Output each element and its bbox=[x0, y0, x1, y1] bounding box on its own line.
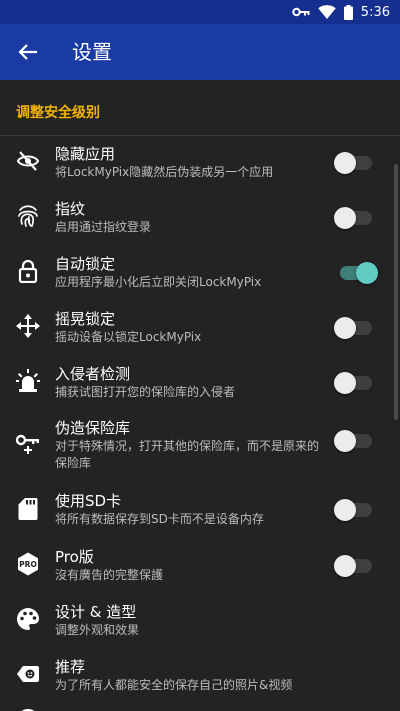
setting-intruder-detection[interactable]: 入侵者检测 捕获试图打开您的保险库的入侵者 bbox=[0, 356, 400, 411]
move-icon bbox=[16, 314, 40, 338]
key-plus-icon bbox=[16, 431, 40, 455]
fingerprint-toggle[interactable] bbox=[334, 206, 374, 230]
page-title: 设置 bbox=[72, 40, 112, 64]
setting-title: Pro版 bbox=[55, 548, 94, 566]
setting-subtitle: 摇动设备以锁定LockMyPix bbox=[55, 330, 202, 344]
setting-subtitle: 调整外观和效果 bbox=[55, 623, 140, 637]
setting-fake-vault[interactable]: 伪造保险库 对于特殊情况，打开其他的保险库，而不是原来的保险库 bbox=[0, 411, 400, 483]
setting-pro[interactable]: PRO Pro版 沒有廣告的完整保護 bbox=[0, 539, 400, 594]
setting-title: 使用SD卡 bbox=[55, 492, 122, 510]
setting-auto-lock[interactable]: 自动锁定 应用程序最小化后立即关闭LockMyPix bbox=[0, 246, 400, 301]
status-icons: 5:36 bbox=[292, 4, 390, 20]
status-bar: 5:36 bbox=[0, 0, 400, 24]
setting-title: 隐藏应用 bbox=[55, 145, 116, 163]
settings-list[interactable]: 调整安全级别 隐藏应用 将LockMyPix隐藏然后伪装成另一个应用 指纹 启用… bbox=[0, 80, 400, 711]
setting-title: 设计 & 造型 bbox=[55, 603, 137, 621]
eye-off-icon bbox=[16, 149, 40, 173]
setting-title: 推荐 bbox=[55, 658, 86, 676]
alarm-light-icon bbox=[16, 369, 40, 393]
arrow-left-icon bbox=[18, 44, 37, 60]
sd-card-toggle[interactable] bbox=[334, 498, 374, 522]
setting-title: 指纹 bbox=[55, 200, 86, 218]
shake-lock-toggle[interactable] bbox=[334, 316, 374, 340]
fingerprint-icon bbox=[16, 204, 40, 228]
app-bar: 设置 bbox=[0, 24, 400, 80]
setting-title: 摇晃锁定 bbox=[55, 310, 116, 328]
auto-lock-toggle[interactable] bbox=[338, 261, 378, 285]
sd-card-icon bbox=[16, 497, 40, 521]
setting-recommend[interactable]: 推荐 为了所有人都能安全的保存自己的照片&视频 bbox=[0, 649, 400, 704]
setting-design[interactable]: 设计 & 造型 调整外观和效果 bbox=[0, 594, 400, 649]
setting-subtitle: 应用程序最小化后立即关闭LockMyPix bbox=[55, 275, 262, 289]
pro-toggle[interactable] bbox=[334, 554, 374, 578]
pro-badge-icon: PRO bbox=[16, 552, 40, 576]
fake-vault-toggle[interactable] bbox=[334, 429, 374, 453]
setting-title: 入侵者检测 bbox=[55, 365, 131, 383]
intruder-detection-toggle[interactable] bbox=[334, 371, 374, 395]
setting-next-partial[interactable] bbox=[0, 704, 400, 711]
svg-text:PRO: PRO bbox=[19, 560, 37, 569]
setting-hide-app[interactable]: 隐藏应用 将LockMyPix隐藏然后伪装成另一个应用 bbox=[0, 136, 400, 191]
status-time: 5:36 bbox=[360, 4, 390, 20]
setting-subtitle: 捕获试图打开您的保险库的入侵者 bbox=[55, 385, 236, 399]
setting-subtitle: 启用通过指纹登录 bbox=[55, 220, 152, 234]
key-icon bbox=[292, 7, 310, 17]
setting-subtitle: 为了所有人都能安全的保存自己的照片&视频 bbox=[55, 678, 293, 692]
section-header: 调整安全级别 bbox=[16, 105, 100, 121]
battery-icon bbox=[343, 4, 353, 20]
setting-title: 伪造保险库 bbox=[55, 419, 131, 437]
lock-icon bbox=[16, 259, 40, 283]
setting-title: 自动锁定 bbox=[55, 255, 116, 273]
setting-sd-card[interactable]: 使用SD卡 将所有数据保存到SD卡而不是设备内存 bbox=[0, 483, 400, 539]
setting-subtitle: 将所有数据保存到SD卡而不是设备内存 bbox=[55, 512, 264, 526]
setting-subtitle: 对于特殊情况，打开其他的保险库，而不是原来的保险库 bbox=[55, 439, 320, 470]
setting-shake-lock[interactable]: 摇晃锁定 摇动设备以锁定LockMyPix bbox=[0, 301, 400, 356]
hide-app-toggle[interactable] bbox=[334, 151, 374, 175]
palette-icon bbox=[16, 607, 40, 631]
recommend-icon bbox=[16, 662, 40, 686]
setting-fingerprint[interactable]: 指纹 启用通过指纹登录 bbox=[0, 191, 400, 246]
scrollbar[interactable] bbox=[394, 164, 398, 420]
setting-subtitle: 沒有廣告的完整保護 bbox=[55, 568, 164, 582]
wifi-icon bbox=[317, 5, 336, 19]
back-button[interactable] bbox=[12, 36, 44, 68]
setting-subtitle: 将LockMyPix隐藏然后伪装成另一个应用 bbox=[55, 165, 274, 179]
